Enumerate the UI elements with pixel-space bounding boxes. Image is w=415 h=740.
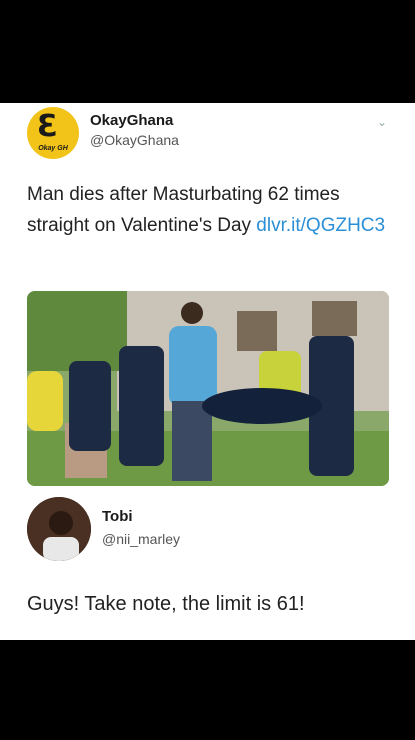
reply-text: Guys! Take note, the limit is 61!	[27, 593, 305, 615]
post-account-name[interactable]: OkayGhana	[90, 112, 173, 129]
post-photo[interactable]	[27, 291, 389, 486]
post-account-handle[interactable]: @OkayGhana	[90, 132, 179, 148]
okayghana-avatar[interactable]: Ɛ Okay GH	[27, 107, 79, 159]
reply-account-handle[interactable]: @nii_marley	[102, 531, 180, 547]
tobi-avatar[interactable]	[27, 497, 91, 561]
reply-account-name[interactable]: Tobi	[102, 508, 133, 525]
logo-tag: Okay GH	[38, 145, 68, 152]
post-link[interactable]: dlvr.it/QGZHC3	[256, 215, 385, 236]
logo-glyph: Ɛ	[37, 109, 58, 144]
post-text: Man dies after Masturbating 62 times str…	[27, 179, 387, 241]
photo-illustration	[27, 291, 389, 486]
tobi-avatar-image	[27, 497, 91, 561]
chevron-down-icon[interactable]: ⌄	[377, 115, 387, 129]
post-card: Ɛ Okay GH OkayGhana @OkayGhana ⌄ Man die…	[0, 103, 415, 640]
